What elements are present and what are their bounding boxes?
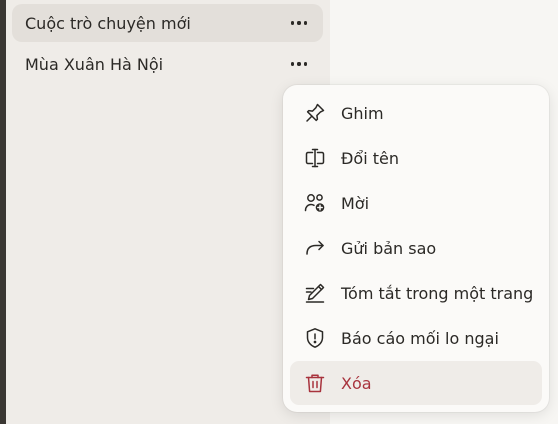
invite-user-icon <box>303 191 327 215</box>
rename-icon <box>303 146 327 170</box>
more-dots-icon <box>290 21 308 25</box>
more-dots-icon <box>290 62 308 66</box>
menu-item-label: Đổi tên <box>341 148 399 168</box>
menu-item-label: Gửi bản sao <box>341 238 437 258</box>
menu-item-label: Tóm tắt trong một trang <box>341 283 534 303</box>
report-shield-icon <box>303 326 327 350</box>
menu-item-summarize[interactable]: Tóm tắt trong một trang <box>290 271 542 315</box>
trash-icon <box>303 371 327 395</box>
menu-item-invite[interactable]: Mời <box>290 181 542 225</box>
conversation-item-new-chat[interactable]: Cuộc trò chuyện mới <box>12 4 323 42</box>
menu-item-send-copy[interactable]: Gửi bản sao <box>290 226 542 270</box>
menu-item-label: Mời <box>341 193 370 213</box>
conversation-item-mua-xuan-ha-noi[interactable]: Mùa Xuân Hà Nội <box>12 45 323 83</box>
conversation-title: Cuộc trò chuyện mới <box>25 13 191 33</box>
summarize-pen-icon <box>303 281 327 305</box>
more-options-button[interactable] <box>287 11 311 35</box>
menu-item-label: Xóa <box>341 373 372 393</box>
more-options-button[interactable] <box>287 52 311 76</box>
menu-item-label: Ghim <box>341 103 384 123</box>
pin-icon <box>303 101 327 125</box>
menu-item-pin[interactable]: Ghim <box>290 91 542 135</box>
menu-item-delete[interactable]: Xóa <box>290 361 542 405</box>
menu-item-label: Báo cáo mối lo ngại <box>341 328 499 348</box>
share-arrow-icon <box>303 236 327 260</box>
menu-item-report-concern[interactable]: Báo cáo mối lo ngại <box>290 316 542 360</box>
conversation-title: Mùa Xuân Hà Nội <box>25 54 164 74</box>
menu-item-rename[interactable]: Đổi tên <box>290 136 542 180</box>
conversation-context-menu: Ghim Đổi tên Mời Gửi bản sao Tóm tắt tro… <box>283 85 549 412</box>
